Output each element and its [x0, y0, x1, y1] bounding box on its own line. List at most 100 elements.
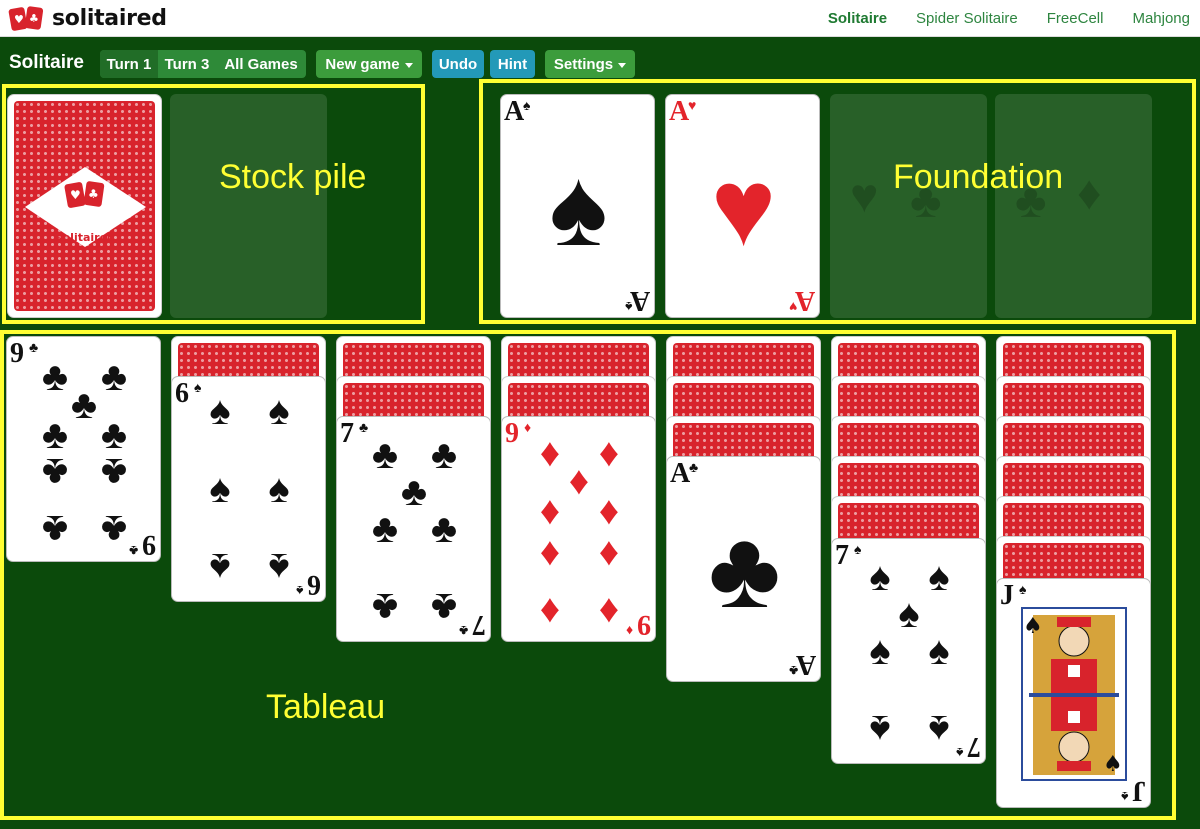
tableau-col1-card[interactable]: 9 ♣ ♣ ♣ ♣ ♣ ♣ ♣ ♣ ♣ ♣ 9 ♣ — [6, 336, 161, 562]
club-icon: ♣ — [430, 585, 458, 629]
card-rank: A — [670, 458, 691, 489]
svg-text:♣: ♣ — [29, 12, 39, 25]
heart-icon: ♥ — [710, 146, 777, 269]
spade-icon: ♠ — [624, 299, 632, 315]
mode-button-group: Turn 1 Turn 3 All Games — [100, 50, 306, 78]
spade-icon: ♠ — [549, 146, 608, 269]
card-rank: 7 — [472, 609, 486, 640]
tableau-col2-card[interactable]: 6 ♠ ♠ ♠ ♠ ♠ ♠ ♠ 6 ♠ — [171, 376, 326, 602]
svg-text:♠: ♠ — [1023, 614, 1043, 639]
diamond-icon: ♦ — [524, 419, 532, 435]
card-rank: A — [504, 96, 525, 127]
diamond-icon: ♦ — [1077, 167, 1102, 220]
card-rank: J — [1132, 775, 1146, 806]
site-nav: Solitaire Spider Solitaire FreeCell Mahj… — [799, 10, 1190, 27]
nav-link-freecell[interactable]: FreeCell — [1047, 10, 1104, 27]
card-rank: 6 — [175, 378, 189, 409]
spade-icon: ♠ — [295, 583, 303, 599]
club-icon: ♣ — [788, 663, 798, 679]
card-rank: A — [669, 96, 690, 127]
spade-icon: ♠ — [1019, 581, 1027, 597]
club-icon: ♣ — [689, 459, 699, 475]
diamond-icon: ♦ — [539, 489, 561, 533]
brand-logo[interactable]: ♥ ♣ solitaired — [8, 4, 167, 32]
brand-name: solitaired — [52, 5, 167, 31]
diamond-icon: ♦ — [598, 530, 620, 574]
nav-link-solitaire[interactable]: Solitaire — [828, 10, 887, 27]
spade-icon: ♠ — [209, 389, 231, 433]
card-rank: 7 — [340, 418, 354, 449]
club-icon: ♣ — [100, 413, 128, 457]
jack-face-illustration-icon: ♠ ♠ — [1021, 607, 1127, 781]
turn-1-button[interactable]: Turn 1 — [100, 50, 158, 78]
club-icon: ♣ — [458, 623, 468, 639]
card-rank: 9 — [10, 338, 24, 369]
diamond-icon: ♦ — [625, 623, 633, 639]
card-rank: J — [1000, 580, 1014, 611]
club-icon: ♣ — [128, 543, 138, 559]
spade-icon: ♠ — [209, 545, 231, 589]
diamond-icon: ♦ — [598, 587, 620, 631]
tableau-col3-card[interactable]: 7 ♣ ♣ ♣ ♣ ♣ ♣ ♣ ♣ 7 ♣ — [336, 416, 491, 642]
club-icon: ♣ — [29, 339, 39, 355]
foundation-card-1[interactable]: A ♠ ♠ A ♠ — [500, 94, 655, 318]
club-icon: ♣ — [371, 507, 399, 551]
spade-icon: ♠ — [869, 555, 891, 599]
club-icon: ♣ — [100, 507, 128, 551]
spade-icon: ♠ — [928, 555, 950, 599]
foundation-annotation: Foundation — [893, 158, 1064, 196]
club-icon: ♣ — [359, 419, 369, 435]
card-rank: 6 — [307, 569, 321, 600]
card-rank: 9 — [505, 418, 519, 449]
stock-pile[interactable]: ♥ ♣ solitaired — [7, 94, 162, 318]
spade-icon: ♠ — [869, 707, 891, 751]
nav-link-spider-solitaire[interactable]: Spider Solitaire — [916, 10, 1018, 27]
caret-down-icon — [618, 62, 627, 68]
spade-icon: ♠ — [209, 467, 231, 511]
hint-button[interactable]: Hint — [490, 50, 535, 78]
diamond-icon: ♦ — [539, 587, 561, 631]
all-games-button[interactable]: All Games — [216, 50, 306, 78]
settings-button[interactable]: Settings — [545, 50, 635, 78]
nav-link-mahjong[interactable]: Mahjong — [1132, 10, 1190, 27]
card-rank: A — [629, 285, 650, 316]
svg-text:♥: ♥ — [70, 188, 81, 202]
spade-icon: ♠ — [869, 629, 891, 673]
foundation-card-2[interactable]: A ♥ ♥ A ♥ — [665, 94, 820, 318]
spade-icon: ♠ — [268, 545, 290, 589]
svg-text:♠: ♠ — [1103, 752, 1123, 777]
spade-icon: ♠ — [955, 745, 963, 761]
card-rank: 9 — [637, 609, 651, 640]
tableau-col5-card[interactable]: A ♣ ♣ A ♣ — [666, 456, 821, 682]
spade-icon: ♠ — [268, 389, 290, 433]
club-icon: ♣ — [41, 507, 69, 551]
card-rank: 9 — [142, 529, 156, 560]
foundation-slot-3[interactable]: ♥ ♣ — [830, 94, 987, 318]
diamond-icon: ♦ — [598, 489, 620, 533]
svg-text:♥: ♥ — [14, 13, 24, 26]
card-rank: 7 — [835, 540, 849, 571]
club-icon: ♣ — [371, 433, 399, 477]
heart-icon: ♥ — [688, 97, 697, 113]
tableau-col4-card[interactable]: 9 ♦ ♦ ♦ ♦ ♦ ♦ ♦ ♦ ♦ ♦ 9 ♦ — [501, 416, 656, 642]
club-icon: ♣ — [430, 507, 458, 551]
top-navbar: ♥ ♣ solitaired Solitaire Spider Solitair… — [0, 0, 1200, 37]
undo-button[interactable]: Undo — [432, 50, 484, 78]
new-game-label: New game — [325, 55, 400, 73]
club-icon: ♣ — [41, 450, 69, 494]
tableau-annotation: Tableau — [266, 688, 386, 726]
turn-3-button[interactable]: Turn 3 — [158, 50, 216, 78]
club-icon: ♣ — [708, 508, 781, 631]
club-icon: ♣ — [41, 413, 69, 457]
spade-icon: ♠ — [1120, 789, 1128, 805]
card-rank: A — [794, 285, 815, 316]
waste-pile-slot[interactable] — [170, 94, 327, 318]
foundation-slot-4[interactable]: ♣ ♦ — [995, 94, 1152, 318]
tableau-col6-card[interactable]: 7 ♠ ♠ ♠ ♠ ♠ ♠ ♠ ♠ 7 ♠ — [831, 538, 986, 764]
heart-icon: ♥ — [850, 170, 879, 223]
tableau-col7-card[interactable]: J ♠ ♠ ♠ J ♠ — [996, 578, 1151, 808]
card-back-brand: solitaired — [56, 231, 115, 244]
heart-icon: ♥ — [788, 299, 797, 315]
card-rank: A — [795, 649, 816, 680]
new-game-button[interactable]: New game — [316, 50, 422, 78]
